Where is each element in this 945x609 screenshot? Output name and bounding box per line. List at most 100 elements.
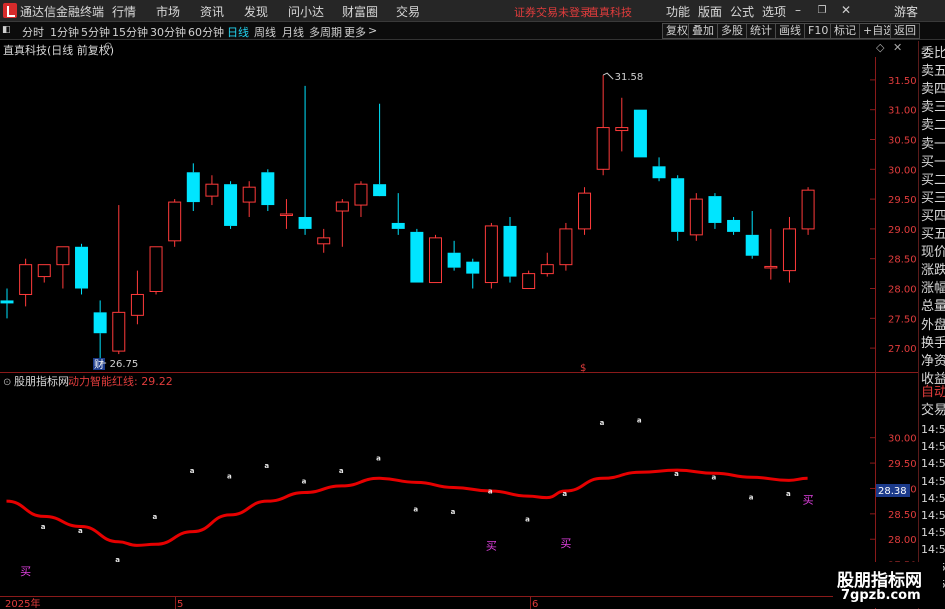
candle[interactable] [317, 228, 331, 253]
candle[interactable] [447, 240, 461, 271]
side-panel-label[interactable]: 现价 [921, 244, 945, 262]
candle[interactable] [484, 222, 498, 289]
trade-time-label: 14:56 [921, 543, 945, 557]
candle[interactable] [335, 199, 349, 247]
candle[interactable] [801, 187, 815, 235]
candlestick-series [0, 75, 815, 364]
candle-body [242, 186, 256, 203]
candle[interactable] [261, 169, 275, 212]
candle[interactable] [186, 163, 200, 212]
candle[interactable] [410, 228, 424, 283]
candle[interactable] [671, 175, 685, 241]
candle[interactable] [466, 258, 480, 289]
max-price-label: 31.58 [615, 72, 644, 83]
candle[interactable] [615, 97, 629, 152]
candle[interactable] [782, 216, 796, 283]
candle[interactable] [689, 193, 703, 241]
side-panel-label[interactable]: 买三 [921, 190, 945, 208]
candle[interactable] [224, 181, 238, 229]
side-panel-label[interactable]: 买二 [921, 172, 945, 190]
candle-body [633, 109, 647, 158]
candle[interactable] [764, 228, 778, 280]
buy-signal-label[interactable]: 买 [803, 494, 814, 507]
candle[interactable] [37, 264, 51, 283]
indicator-tick-label: 28.50 [888, 510, 917, 521]
side-panel-label[interactable]: 卖五 [921, 63, 945, 81]
dollar-marker[interactable]: $ [580, 363, 586, 374]
price-tick-label: 30.50 [888, 135, 917, 146]
candle[interactable] [205, 175, 219, 206]
side-panel-label[interactable]: 涨跌 [921, 262, 945, 280]
side-panel-label[interactable]: 净资 [921, 353, 945, 371]
candle-body [540, 264, 554, 275]
candle[interactable] [559, 222, 573, 271]
candle-body [168, 201, 182, 242]
candle-body [56, 246, 70, 266]
side-panel-label[interactable]: 自动 [921, 384, 945, 402]
candle[interactable] [652, 157, 666, 182]
candle[interactable] [168, 199, 182, 247]
candle[interactable] [0, 288, 14, 319]
candle[interactable] [75, 243, 89, 295]
candle[interactable] [93, 300, 107, 364]
buy-signal-label[interactable]: 买 [20, 565, 31, 578]
candle[interactable] [633, 109, 647, 158]
indicator-dot: a [153, 513, 158, 521]
candle[interactable] [130, 270, 144, 325]
candle[interactable] [745, 211, 759, 259]
candle[interactable] [522, 270, 536, 290]
candle[interactable] [596, 75, 610, 176]
price-chart[interactable]: 31.50 31.00 30.50 30.00 29.50 29.00 28.50 28.00… [0, 0, 945, 609]
price-tick-label: 29.50 [888, 195, 917, 206]
candle-body [75, 246, 89, 289]
candle[interactable] [578, 187, 592, 235]
candle[interactable] [279, 199, 293, 229]
candle[interactable] [727, 216, 741, 235]
candle[interactable] [540, 252, 554, 277]
indicator-dot: a [302, 477, 307, 485]
side-panel-label[interactable]: 买五 [921, 226, 945, 244]
buy-signal-label[interactable]: 买 [486, 539, 497, 552]
side-panel-label[interactable]: 买四 [921, 208, 945, 226]
candle-body [186, 172, 200, 203]
candle[interactable] [354, 181, 368, 217]
candle[interactable] [373, 103, 387, 197]
side-panel-label[interactable]: 总量 [921, 298, 945, 316]
side-panel-label[interactable]: 委比 [921, 45, 945, 63]
candle-body [503, 225, 517, 277]
candle-body [466, 261, 480, 274]
indicator-dot: a [115, 556, 120, 564]
side-panel-label[interactable]: 卖一 [921, 136, 945, 154]
candle-body [782, 228, 796, 272]
candle[interactable] [242, 181, 256, 217]
side-panel-label[interactable]: 外盘 [921, 317, 945, 335]
side-panel-label[interactable]: 交易 [921, 402, 945, 420]
side-panel-label[interactable]: 卖二 [921, 117, 945, 135]
candle-body [652, 166, 666, 179]
buy-signal-label[interactable]: 买 [560, 537, 571, 550]
indicator-settings-icon[interactable]: ⊙ [3, 377, 11, 388]
side-panel-label[interactable]: 买一 [921, 154, 945, 172]
watermark: 股朋指标网 7gpzb.com [833, 562, 943, 608]
candle[interactable] [112, 205, 126, 355]
candle[interactable] [708, 193, 722, 229]
indicator-tick-label: 30.00 [888, 434, 917, 445]
side-panel-label[interactable]: 换手 [921, 335, 945, 353]
side-panel-label[interactable]: 卖三 [921, 99, 945, 117]
candle[interactable] [503, 216, 517, 283]
candle-body [671, 178, 685, 232]
indicator-dot: a [637, 416, 642, 424]
side-panel-label[interactable]: 卖四 [921, 81, 945, 99]
candle[interactable] [298, 85, 312, 235]
candle-body [801, 189, 815, 230]
candle[interactable] [149, 246, 163, 295]
candle[interactable] [428, 234, 442, 284]
candle-body [205, 183, 219, 197]
candle[interactable] [391, 193, 405, 235]
side-panel-label[interactable]: 涨幅 [921, 280, 945, 298]
x-label-may: 5 [177, 599, 183, 609]
candle[interactable] [19, 258, 33, 307]
cai-marker[interactable]: 财 [94, 358, 104, 371]
indicator-dot: a [190, 467, 195, 475]
candle[interactable] [56, 246, 70, 289]
